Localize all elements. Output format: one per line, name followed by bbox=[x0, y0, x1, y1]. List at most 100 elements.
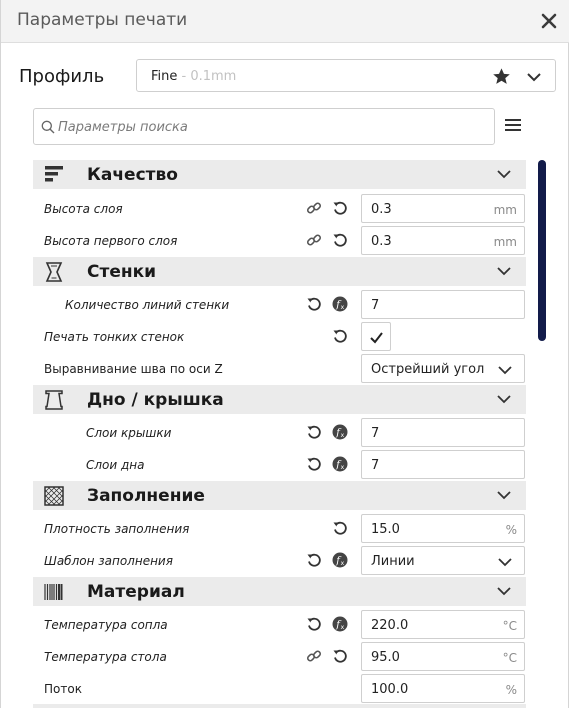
flow-field[interactable]: 100.0 % bbox=[361, 674, 525, 703]
top-layers-field[interactable]: 7 bbox=[361, 418, 525, 447]
infill-icon bbox=[44, 486, 64, 506]
bed-temp-field[interactable]: 95.0 °C bbox=[361, 642, 525, 671]
category-quality[interactable]: Качество bbox=[33, 160, 526, 189]
formula-icon[interactable]: fx bbox=[332, 616, 348, 632]
thin-walls-checkbox[interactable] bbox=[361, 322, 391, 351]
field-value: 0.3 bbox=[371, 234, 392, 249]
panel-header: Параметры печати bbox=[1, 0, 569, 43]
star-icon[interactable] bbox=[492, 67, 511, 86]
category-label: Заполнение bbox=[87, 486, 205, 506]
infill-pattern-dropdown[interactable]: Линии bbox=[361, 546, 525, 575]
profile-value: Fine - 0.1mm bbox=[151, 69, 236, 84]
field-value: 0.3 bbox=[371, 202, 392, 217]
category-label: Стенки bbox=[87, 262, 157, 282]
reset-icon[interactable] bbox=[306, 424, 322, 440]
formula-icon[interactable]: fx bbox=[332, 552, 348, 568]
reset-icon[interactable] bbox=[332, 520, 348, 536]
layer-height-label: Высота слоя bbox=[44, 202, 123, 216]
category-label: Качество bbox=[87, 165, 178, 185]
material-icon bbox=[44, 584, 63, 600]
field-unit: mm bbox=[493, 203, 517, 217]
z-seam-dropdown[interactable]: Острейший угол bbox=[361, 354, 525, 383]
search-box bbox=[33, 108, 495, 145]
chevron-down-icon bbox=[498, 366, 512, 375]
field-value: 7 bbox=[371, 426, 380, 441]
panel-title: Параметры печати bbox=[17, 10, 188, 30]
reset-icon[interactable] bbox=[306, 552, 322, 568]
link-icon[interactable] bbox=[306, 232, 322, 248]
field-value: 15.0 bbox=[371, 522, 400, 537]
formula-icon[interactable]: fx bbox=[332, 456, 348, 472]
chevron-down-icon bbox=[497, 587, 511, 596]
nozzle-temp-field[interactable]: 220.0 °C bbox=[361, 610, 525, 639]
svg-text:x: x bbox=[341, 432, 345, 439]
wall-line-count-label: Количество линий стенки bbox=[65, 298, 230, 312]
z-seam-label: Выравнивание шва по оси Z bbox=[44, 362, 223, 376]
category-infill[interactable]: Заполнение bbox=[33, 481, 526, 510]
search-input[interactable] bbox=[58, 117, 488, 137]
category-material[interactable]: Материал bbox=[33, 577, 526, 606]
field-unit: °C bbox=[502, 619, 517, 633]
nozzle-temp-label: Температура сопла bbox=[44, 618, 168, 632]
bottom-layers-field[interactable]: 7 bbox=[361, 450, 525, 479]
initial-layer-height-field[interactable]: 0.3 mm bbox=[361, 226, 525, 255]
bottom-layers-label: Слои дна bbox=[86, 458, 145, 472]
chevron-down-icon bbox=[497, 170, 511, 179]
bed-temp-label: Температура стола bbox=[44, 650, 167, 664]
top-bottom-icon bbox=[45, 390, 63, 410]
category-next-partial bbox=[33, 704, 526, 708]
profile-layer-height: - 0.1mm bbox=[177, 69, 237, 84]
chevron-down-icon bbox=[497, 395, 511, 404]
reset-icon[interactable] bbox=[332, 648, 348, 664]
svg-text:x: x bbox=[341, 560, 345, 567]
category-label: Дно / крышка bbox=[87, 390, 224, 410]
infill-density-field[interactable]: 15.0 % bbox=[361, 514, 525, 543]
field-value: 95.0 bbox=[371, 650, 400, 665]
reset-icon[interactable] bbox=[332, 200, 348, 216]
close-icon[interactable] bbox=[538, 10, 560, 32]
formula-icon[interactable]: fx bbox=[332, 424, 348, 440]
field-value: 7 bbox=[371, 298, 380, 313]
field-unit: mm bbox=[493, 235, 517, 249]
search-icon bbox=[41, 120, 55, 134]
profile-dropdown[interactable]: Fine - 0.1mm bbox=[136, 59, 556, 92]
field-value: 7 bbox=[371, 458, 380, 473]
profile-label: Профиль bbox=[19, 66, 105, 87]
scrollbar-thumb[interactable] bbox=[538, 160, 546, 341]
field-value: Линии bbox=[371, 554, 415, 569]
reset-icon[interactable] bbox=[332, 232, 348, 248]
chevron-down-icon bbox=[497, 491, 511, 500]
check-icon bbox=[370, 332, 383, 344]
infill-density-label: Плотность заполнения bbox=[44, 522, 190, 536]
initial-layer-height-label: Высота первого слоя bbox=[44, 234, 178, 248]
layer-height-field[interactable]: 0.3 mm bbox=[361, 194, 525, 223]
reset-icon[interactable] bbox=[306, 456, 322, 472]
link-icon[interactable] bbox=[306, 648, 322, 664]
reset-icon[interactable] bbox=[306, 296, 322, 312]
flow-label: Поток bbox=[44, 682, 82, 696]
chevron-down-icon bbox=[498, 558, 512, 567]
category-top-bottom[interactable]: Дно / крышка bbox=[33, 385, 526, 414]
svg-text:x: x bbox=[341, 304, 345, 311]
reset-icon[interactable] bbox=[306, 616, 322, 632]
field-unit: % bbox=[505, 683, 517, 697]
menu-icon[interactable] bbox=[505, 118, 521, 132]
field-unit: % bbox=[505, 523, 517, 537]
svg-text:x: x bbox=[341, 624, 345, 631]
formula-icon[interactable]: fx bbox=[332, 296, 348, 312]
category-walls[interactable]: Стенки bbox=[33, 257, 526, 286]
field-value: Острейший угол bbox=[371, 362, 485, 377]
print-settings-panel: Параметры печати Профиль Fine - 0.1mm Па… bbox=[0, 0, 569, 708]
chevron-down-icon[interactable] bbox=[526, 69, 542, 85]
walls-icon bbox=[45, 262, 63, 282]
thin-walls-label: Печать тонких стенок bbox=[44, 330, 185, 344]
reset-icon[interactable] bbox=[332, 328, 348, 344]
profile-name: Fine bbox=[151, 69, 178, 84]
category-label: Материал bbox=[87, 582, 185, 602]
field-value: 220.0 bbox=[371, 618, 409, 633]
infill-pattern-label: Шаблон заполнения bbox=[44, 554, 173, 568]
link-icon[interactable] bbox=[306, 200, 322, 216]
field-value: 100.0 bbox=[371, 682, 409, 697]
top-layers-label: Слои крышки bbox=[86, 426, 172, 440]
wall-line-count-field[interactable]: 7 bbox=[361, 290, 525, 319]
